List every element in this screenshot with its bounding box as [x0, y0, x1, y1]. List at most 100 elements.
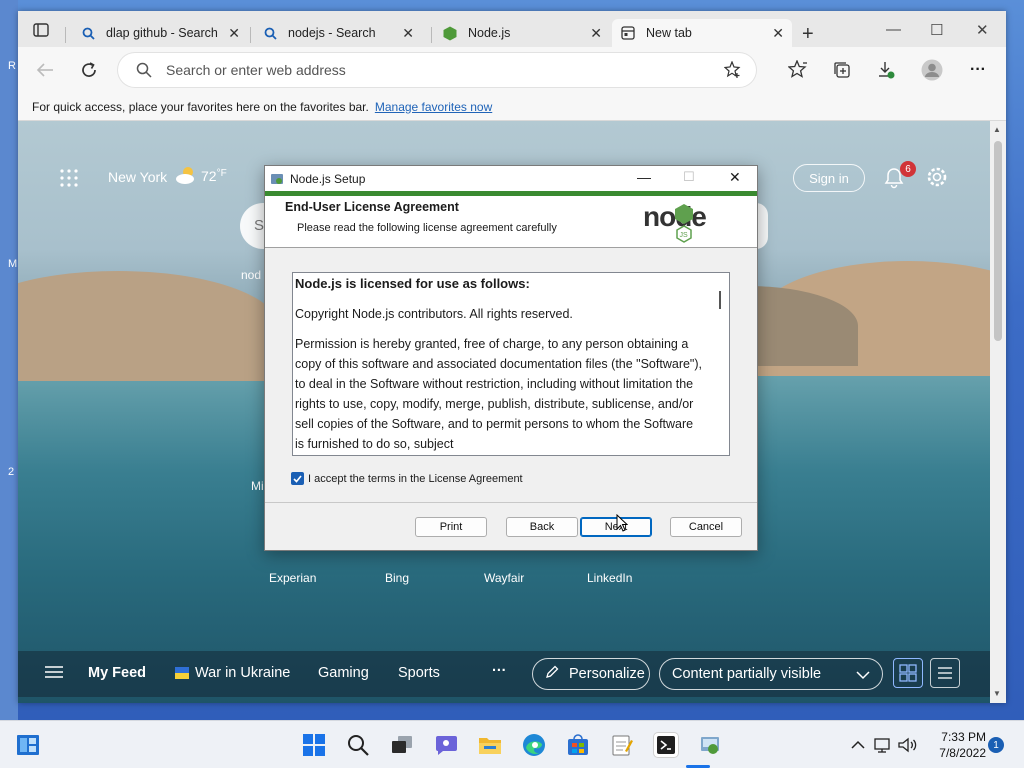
- system-clock[interactable]: 7:33 PM 7/8/2022: [924, 729, 986, 761]
- newtab-page-icon: [620, 25, 636, 41]
- weather-location[interactable]: New York: [108, 169, 167, 185]
- hamburger-menu-icon[interactable]: [45, 665, 63, 683]
- maximize-icon[interactable]: ☐: [930, 21, 943, 39]
- nodejs-hexagon-icon: [442, 25, 458, 41]
- desktop-background: R M 2: [0, 0, 18, 720]
- favorites-icon[interactable]: [786, 58, 810, 82]
- feed-tab-gaming[interactable]: Gaming: [318, 665, 369, 681]
- volume-icon[interactable]: [896, 733, 920, 757]
- new-tab-plus-icon[interactable]: +: [802, 23, 814, 46]
- feed-tab-my-feed[interactable]: My Feed: [88, 665, 146, 681]
- tab-new-tab[interactable]: New tab ✕: [612, 19, 792, 47]
- notification-count-badge: 6: [900, 161, 916, 177]
- taskbar: 7:33 PM 7/8/2022 1: [0, 720, 1024, 768]
- close-icon[interactable]: ✕: [402, 25, 414, 42]
- feed-more-icon[interactable]: ···: [492, 663, 507, 679]
- tab-label: dlap github - Search: [106, 26, 218, 40]
- address-placeholder: Search or enter web address: [166, 62, 346, 78]
- task-view-icon[interactable]: [390, 733, 414, 757]
- tab-actions-icon: [33, 23, 49, 37]
- content-visibility-select[interactable]: Content partially visible: [659, 658, 883, 690]
- clock-time: 7:33 PM: [941, 730, 986, 744]
- microsoft-store-icon[interactable]: [566, 733, 590, 757]
- dialog-title-bar[interactable]: Node.js Setup — ☐ ✕: [265, 166, 757, 191]
- license-text-area[interactable]: Node.js is licensed for use as follows: …: [292, 272, 730, 456]
- dialog-minimize-icon[interactable]: —: [637, 169, 651, 185]
- weather-temperature[interactable]: 72°F: [201, 168, 227, 184]
- close-icon[interactable]: ✕: [772, 25, 784, 42]
- search-icon[interactable]: [346, 733, 370, 757]
- quick-link-wayfair[interactable]: Wayfair: [484, 571, 524, 585]
- chevron-down-icon: [856, 668, 870, 684]
- notifications-bell-icon[interactable]: 6: [884, 161, 916, 192]
- more-options-icon[interactable]: ···: [966, 58, 990, 82]
- profile-avatar[interactable]: [920, 58, 944, 82]
- back-button[interactable]: Back: [506, 517, 578, 537]
- nodejs-logo: node JS: [643, 198, 729, 246]
- list-layout-icon: [938, 667, 952, 679]
- scroll-down-icon[interactable]: ▼: [993, 689, 1001, 698]
- cancel-button[interactable]: Cancel: [670, 517, 742, 537]
- apps-grid-icon[interactable]: [60, 169, 78, 190]
- grid-layout-icon: [899, 664, 917, 682]
- print-button[interactable]: Print: [415, 517, 487, 537]
- tab-nodejs-search[interactable]: nodejs - Search ✕: [254, 19, 422, 47]
- quick-link-bing[interactable]: Bing: [385, 571, 409, 585]
- desktop-edge-mark: R: [8, 60, 16, 72]
- scrollbar-thumb[interactable]: [994, 141, 1002, 341]
- dialog-maximize-icon: ☐: [683, 169, 695, 184]
- widgets-icon[interactable]: [16, 733, 40, 757]
- visual-studio-code-icon[interactable]: [654, 733, 678, 757]
- search-icon: [262, 25, 278, 41]
- file-explorer-icon[interactable]: [478, 733, 502, 757]
- manage-favorites-link[interactable]: Manage favorites now: [375, 100, 492, 114]
- license-scrollbar-thumb[interactable]: [719, 291, 721, 309]
- notepad-icon[interactable]: [610, 733, 634, 757]
- tab-actions-button[interactable]: [26, 20, 56, 40]
- downloads-icon[interactable]: [874, 58, 898, 82]
- close-window-icon[interactable]: ✕: [976, 21, 989, 39]
- start-windows-icon[interactable]: [302, 733, 326, 757]
- chevron-up-icon[interactable]: [846, 733, 870, 757]
- dialog-close-icon[interactable]: ✕: [729, 169, 741, 186]
- favorites-bar-text: For quick access, place your favorites h…: [32, 99, 369, 114]
- notification-center-badge[interactable]: 1: [988, 737, 1004, 753]
- background-hill: [18, 271, 278, 381]
- sign-in-button[interactable]: Sign in: [793, 164, 865, 192]
- address-bar[interactable]: Search or enter web address: [118, 53, 756, 87]
- favorites-bar: For quick access, place your favorites h…: [18, 93, 1006, 121]
- ukraine-flag-icon: [175, 667, 189, 679]
- scroll-up-icon[interactable]: ▲: [993, 125, 1001, 134]
- feed-tab-war-in-ukraine[interactable]: War in Ukraine: [195, 665, 290, 681]
- network-icon[interactable]: [872, 733, 896, 757]
- minimize-icon[interactable]: —: [886, 21, 901, 38]
- personalize-button[interactable]: Personalize: [532, 658, 650, 690]
- quick-link-experian[interactable]: Experian: [269, 571, 316, 585]
- feed-tab-sports[interactable]: Sports: [398, 665, 440, 681]
- quick-link-label[interactable]: nod: [241, 268, 261, 282]
- page-scrollbar[interactable]: ▲ ▼: [990, 121, 1006, 703]
- pencil-icon: [545, 665, 559, 683]
- desktop-edge-mark: 2: [8, 466, 15, 478]
- close-icon[interactable]: ✕: [590, 25, 602, 42]
- quick-link-linkedin[interactable]: LinkedIn: [587, 571, 632, 585]
- quick-link-label[interactable]: Mi: [251, 479, 264, 493]
- desktop-edge-mark: M: [8, 258, 18, 270]
- edge-browser-icon[interactable]: [522, 733, 546, 757]
- gear-icon[interactable]: [926, 166, 948, 191]
- search-icon: [136, 62, 152, 81]
- list-layout-button[interactable]: [930, 658, 960, 688]
- tab-dlap-github-search[interactable]: dlap github - Search ✕: [72, 19, 248, 47]
- grid-layout-button[interactable]: [893, 658, 923, 688]
- collections-icon[interactable]: [830, 58, 854, 82]
- chat-icon[interactable]: [434, 733, 458, 757]
- accept-terms-label: I accept the terms in the License Agreem…: [308, 472, 523, 485]
- tab-nodejs[interactable]: Node.js ✕: [434, 19, 610, 47]
- accept-terms-checkbox[interactable]: I accept the terms in the License Agreem…: [291, 472, 523, 485]
- close-icon[interactable]: ✕: [228, 25, 240, 42]
- refresh-button[interactable]: [76, 57, 102, 83]
- nodejs-installer-icon[interactable]: [698, 733, 722, 757]
- back-button[interactable]: [32, 57, 58, 83]
- add-favorite-icon[interactable]: [723, 60, 742, 82]
- refresh-icon: [82, 62, 96, 77]
